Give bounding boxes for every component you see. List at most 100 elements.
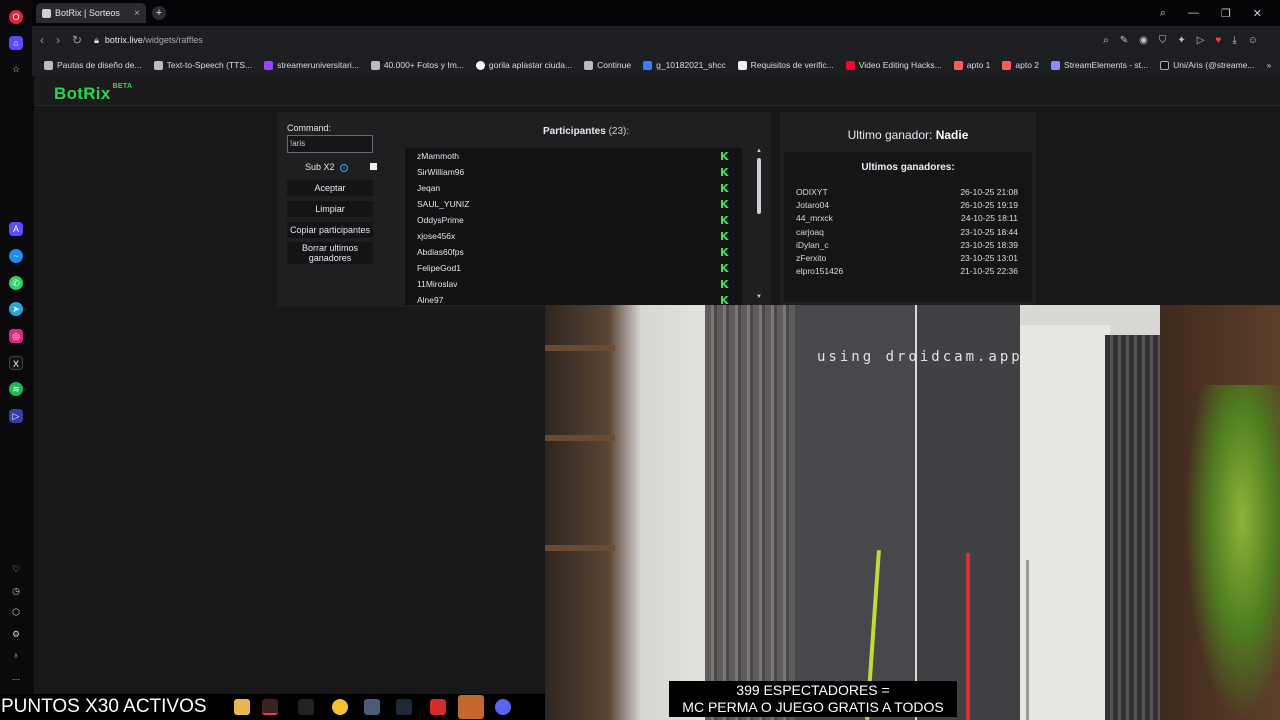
bookmark-item[interactable]: gorila aplastar ciuda...	[475, 60, 572, 70]
bookmark-item[interactable]: apto 1	[953, 60, 990, 70]
x-twitter-icon[interactable]: X	[9, 356, 23, 370]
bookmark-item[interactable]: Pautas de diseño de...	[44, 60, 142, 70]
camera-icon[interactable]: ◉	[1139, 35, 1148, 46]
kick-icon: K	[720, 230, 729, 243]
shelf	[545, 345, 615, 351]
wood-slats	[705, 305, 795, 720]
list-item: FelipeGod1 K	[417, 262, 729, 275]
sub-multiplier-checkbox[interactable]	[370, 163, 377, 170]
points-ticker: PUNTOS X30 ACTIVOS	[1, 696, 207, 717]
search-tabs-icon[interactable]: ⌕	[1160, 7, 1166, 20]
list-item: 11Miroslav K	[417, 278, 729, 291]
taskbar: PUNTOS X30 ACTIVOS	[0, 694, 545, 720]
kick-icon: K	[720, 214, 729, 227]
airbnb-icon	[1002, 60, 1012, 70]
more-bookmarks-icon[interactable]: »	[1267, 60, 1280, 70]
scroll-up-icon[interactable]: ▲	[755, 148, 763, 154]
settings-icon[interactable]: ⚙	[9, 627, 23, 641]
bookmark-item[interactable]: Video Editing Hacks...	[845, 60, 942, 70]
more-icon[interactable]: …	[9, 670, 23, 684]
scrollbar-thumb[interactable]	[757, 158, 761, 214]
bookmark-item[interactable]: StreamElements - st...	[1051, 60, 1148, 70]
twitch-icon	[264, 60, 274, 70]
extensions-icon[interactable]: ⬡	[9, 605, 23, 619]
kick-icon: K	[720, 246, 729, 259]
whatsapp-icon[interactable]: ✆	[9, 276, 23, 290]
forward-icon[interactable]: ›	[56, 33, 60, 47]
pexels-icon	[370, 60, 380, 70]
profile-icon[interactable]: ☺	[1248, 35, 1258, 46]
participants-scrollbar[interactable]: ▲ ▼	[755, 148, 763, 300]
white-wall	[1020, 325, 1110, 720]
bookmark-item[interactable]: Continue	[584, 60, 631, 70]
steam-icon[interactable]	[396, 699, 412, 715]
table-row: zFerxito 23-10-25 13:01	[796, 253, 1018, 263]
bookmark-item[interactable]: Requisitos de verific...	[737, 60, 834, 70]
accept-button[interactable]: Aceptar	[287, 180, 373, 196]
extension-icon[interactable]: ✦	[1177, 35, 1185, 46]
list-item: OddysPrime K	[417, 214, 729, 227]
kick-icon: K	[720, 262, 729, 275]
info-icon[interactable]: i	[340, 164, 348, 172]
new-tab-button[interactable]: +	[152, 6, 166, 20]
messenger-icon[interactable]: ~	[9, 249, 23, 263]
shield-icon[interactable]: ⛉	[1159, 35, 1167, 46]
sub-multiplier-label: Sub X2	[305, 162, 335, 172]
document-icon	[584, 60, 594, 70]
participants-list[interactable]: zMammoth K SirWilliam96 K Jeqan K SAUL_YUNI…	[405, 148, 742, 305]
list-item: xjose456x K	[417, 230, 729, 243]
list-item: Alne97 K	[417, 294, 729, 305]
clear-button[interactable]: Limpiar	[287, 201, 373, 217]
download-icon[interactable]: ⤓	[1232, 35, 1236, 46]
app-icon[interactable]	[364, 699, 380, 715]
tips-icon[interactable]: ♁	[9, 648, 23, 662]
bookmark-item[interactable]: streameruniversitari...	[264, 60, 359, 70]
reload-icon[interactable]: ↻	[72, 33, 82, 47]
search-icon[interactable]: ⌕	[1103, 35, 1109, 46]
url-field[interactable]: 🔒︎ botrix.live/widgets/raffles	[94, 35, 203, 46]
maximize-icon[interactable]: ❐	[1221, 7, 1231, 20]
bookmark-item[interactable]: Uni/Aris (@streame...	[1160, 60, 1255, 70]
address-bar: ‹ › ↻ 🔒︎ botrix.live/widgets/raffles ⌕ ✎…	[32, 26, 1280, 54]
minimize-icon[interactable]: —	[1188, 7, 1199, 20]
delete-winners-button[interactable]: Borrar ultimos ganadores	[287, 242, 373, 264]
heart-icon[interactable]: ♥	[1215, 35, 1221, 46]
instagram-icon[interactable]: ◎	[9, 329, 23, 343]
opera-logo-icon[interactable]: O	[9, 10, 23, 24]
scroll-down-icon[interactable]: ▼	[755, 294, 763, 300]
back-icon[interactable]: ‹	[40, 33, 44, 47]
bookmark-item[interactable]: apto 2	[1002, 60, 1039, 70]
opera-gx-icon[interactable]	[262, 699, 278, 715]
play-icon[interactable]: ▷	[1197, 35, 1205, 46]
copy-participants-button[interactable]: Copiar participantes	[287, 222, 373, 238]
spotify-icon[interactable]: ≋	[9, 382, 23, 396]
obs-icon[interactable]	[458, 695, 484, 719]
app-icon[interactable]	[298, 699, 314, 715]
star-icon[interactable]: ☆	[9, 62, 23, 76]
aria-icon[interactable]: A	[9, 222, 23, 236]
command-input[interactable]: !aris	[287, 135, 373, 153]
app-icon[interactable]	[430, 699, 446, 715]
file-explorer-icon[interactable]	[234, 699, 250, 715]
discord-icon[interactable]	[495, 699, 511, 715]
bookmark-item[interactable]: g_10182021_shcc	[643, 60, 726, 70]
edit-icon[interactable]: ✎	[1120, 35, 1128, 46]
chrome-icon[interactable]	[332, 699, 348, 715]
bookmark-item[interactable]: Text-to-Speech (TTS...	[153, 60, 252, 70]
shelf	[545, 435, 615, 441]
raffle-panel: Command: !aris Sub X2 i Aceptar Limpiar …	[277, 112, 771, 307]
close-tab-icon[interactable]: ×	[134, 8, 140, 19]
tab-favicon-icon	[42, 8, 51, 18]
botrix-logo[interactable]: BotRix BETA	[54, 83, 132, 104]
tab-botrix[interactable]: BotRix | Sorteos ×	[36, 3, 146, 23]
telegram-icon[interactable]: ➤	[9, 302, 23, 316]
list-item: SirWilliam96 K	[417, 166, 729, 179]
document-icon	[44, 60, 53, 70]
participants-count: (23):	[608, 126, 630, 137]
heart-icon[interactable]: ♡	[9, 562, 23, 576]
home-icon[interactable]: ⌂	[9, 36, 23, 50]
history-icon[interactable]: ◷	[9, 584, 23, 598]
player-icon[interactable]: ▷	[9, 409, 23, 423]
bookmark-item[interactable]: 40.000+ Fotos y Im...	[370, 60, 464, 70]
close-window-icon[interactable]: ✕	[1253, 7, 1262, 20]
